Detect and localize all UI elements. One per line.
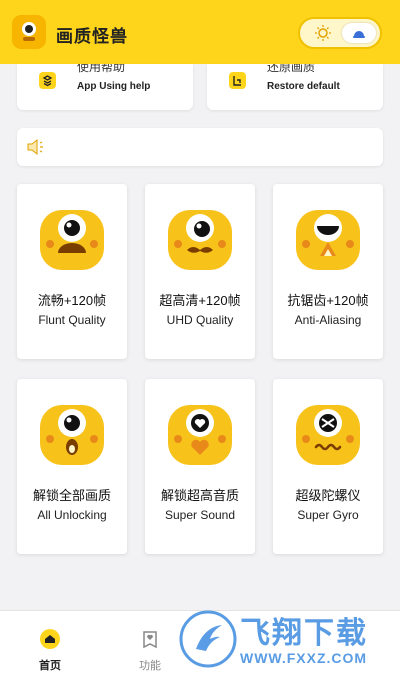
card-subtitle: All Unlocking — [37, 508, 107, 522]
mascot-surprised-icon — [40, 405, 104, 465]
tab-function-label: 功能 — [139, 660, 161, 672]
card-title: 解锁超高音质 — [160, 488, 239, 503]
card-title: 抗锯齿+120帧 — [287, 293, 369, 308]
card-subtitle: Anti-Aliasing — [294, 313, 362, 327]
mascot-fang-icon — [296, 210, 360, 270]
theme-toggle[interactable] — [298, 17, 382, 49]
card-subtitle: Super Sound — [164, 508, 236, 522]
watermark-url: WWW.FXXZ.COM — [240, 650, 368, 666]
function-icon — [143, 631, 157, 649]
mascot-mustache-icon — [168, 210, 232, 270]
mascot-dizzy-icon — [296, 405, 360, 465]
app-title: 画质怪兽 — [56, 27, 128, 46]
card-title: 流畅+120帧 — [37, 293, 107, 308]
watermark-logo-icon — [179, 610, 237, 668]
card-title: 解锁全部画质 — [32, 488, 111, 503]
card-subtitle: UHD Quality — [166, 313, 234, 327]
monster-logo-icon — [12, 15, 46, 49]
card-subtitle: Super Gyro — [297, 508, 359, 522]
watermark-text: 飞翔下载 — [240, 617, 368, 650]
card-fluent-quality[interactable]: 流畅+120帧 Flunt Quality — [17, 184, 127, 359]
card-title: 超高清+120帧 — [159, 293, 241, 308]
restore-title: 还原画质 — [267, 64, 316, 74]
help-title: 使用帮助 — [77, 64, 126, 74]
tab-home-label: 首页 — [39, 660, 61, 672]
help-card[interactable]: 使用帮助 App Using help — [17, 64, 193, 110]
card-anti-aliasing[interactable]: 抗锯齿+120帧 Anti-Aliasing — [273, 184, 383, 359]
card-all-unlocking[interactable]: 解锁全部画质 All Unlocking — [17, 379, 127, 554]
card-title: 超级陀螺仪 — [295, 488, 361, 503]
help-icon — [39, 72, 56, 89]
restore-card[interactable]: 还原画质 Restore default — [207, 64, 383, 110]
moon-icon[interactable] — [342, 23, 376, 43]
mascot-smile-icon — [40, 210, 104, 270]
tab-home[interactable]: 首页 — [20, 629, 80, 673]
tab-function[interactable]: 功能 — [120, 629, 180, 673]
app-header: 画质怪兽 — [0, 0, 400, 64]
card-super-sound[interactable]: 解锁超高音质 Super Sound — [145, 379, 255, 554]
mascot-heart-icon — [168, 405, 232, 465]
card-subtitle: Flunt Quality — [38, 313, 106, 327]
home-icon — [40, 629, 60, 649]
notice-bar[interactable] — [17, 128, 383, 166]
sun-icon[interactable] — [306, 23, 340, 43]
card-super-gyro[interactable]: 超级陀螺仪 Super Gyro — [273, 379, 383, 554]
restore-subtitle: Restore default — [267, 81, 340, 92]
restore-icon — [229, 72, 246, 89]
speaker-icon — [25, 137, 47, 162]
watermark: 飞翔下载 WWW.FXXZ.COM — [178, 600, 388, 680]
card-uhd-quality[interactable]: 超高清+120帧 UHD Quality — [145, 184, 255, 359]
help-subtitle: App Using help — [77, 81, 151, 92]
